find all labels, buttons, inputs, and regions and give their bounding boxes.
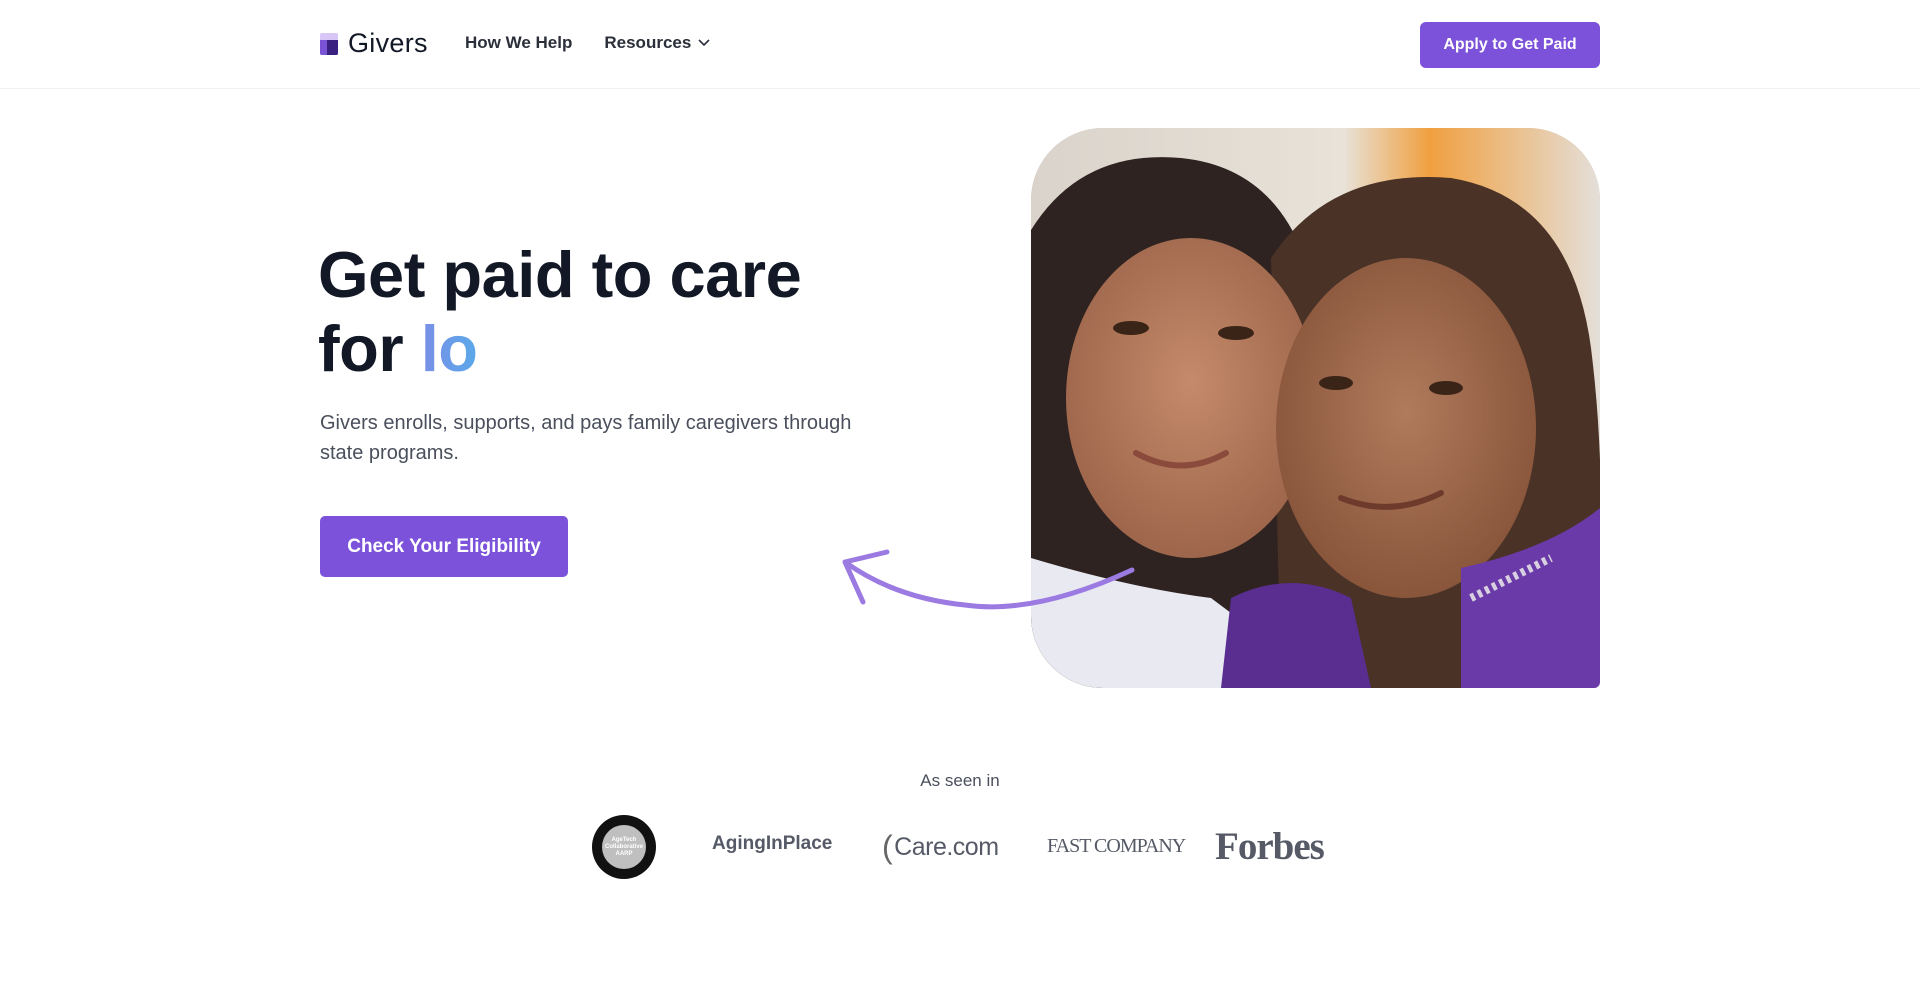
logo-text: Givers bbox=[348, 28, 428, 58]
carecom-logo-text: Care.com bbox=[894, 833, 999, 861]
forbes-logo: Forbes bbox=[1215, 825, 1325, 868]
hero-title: Get paid to care for lo bbox=[318, 238, 802, 386]
press-logos: AgeTech Collaborative AARP AgingInPlace … bbox=[592, 815, 1337, 879]
aarp-logo-text-2: Collaborative bbox=[604, 843, 643, 850]
hero-title-line2-prefix: for bbox=[318, 312, 421, 385]
hero-subtitle: Givers enrolls, supports, and pays famil… bbox=[320, 412, 852, 464]
chevron-down-icon bbox=[698, 39, 710, 47]
apply-to-get-paid-button[interactable]: Apply to Get Paid bbox=[1420, 22, 1600, 68]
aarp-agetech-logo: AgeTech Collaborative AARP bbox=[592, 815, 656, 879]
carecom-swirl-icon: ( bbox=[882, 829, 893, 865]
nav-how-we-help-label: How We Help bbox=[465, 33, 573, 52]
nav-how-we-help[interactable]: How We Help bbox=[465, 33, 572, 53]
aarp-logo-text-1: AgeTech bbox=[611, 836, 637, 843]
aginginplace-logo: AgingInPlace bbox=[712, 833, 833, 854]
hero-title-line1: Get paid to care bbox=[318, 238, 802, 311]
nav-resources-dropdown[interactable]: Resources bbox=[604, 33, 711, 53]
fast-company-logo: FAST COMPANY bbox=[1047, 835, 1186, 857]
main-nav: How We Help Resources bbox=[465, 33, 711, 53]
carecom-logo: (Care.com bbox=[882, 829, 999, 866]
site-header: Givers How We Help Resources Apply to Ge… bbox=[0, 0, 1920, 89]
as-seen-in-label: As seen in bbox=[920, 771, 1000, 790]
hero-title-accent-word: lo bbox=[420, 312, 478, 385]
nav-resources-label: Resources bbox=[604, 33, 692, 52]
check-eligibility-button[interactable]: Check Your Eligibility bbox=[320, 516, 568, 577]
givers-logo-icon bbox=[320, 32, 338, 55]
aarp-logo-text-3: AARP bbox=[615, 850, 633, 857]
curved-arrow-icon bbox=[842, 549, 1135, 610]
givers-logo[interactable]: Givers bbox=[320, 28, 428, 59]
